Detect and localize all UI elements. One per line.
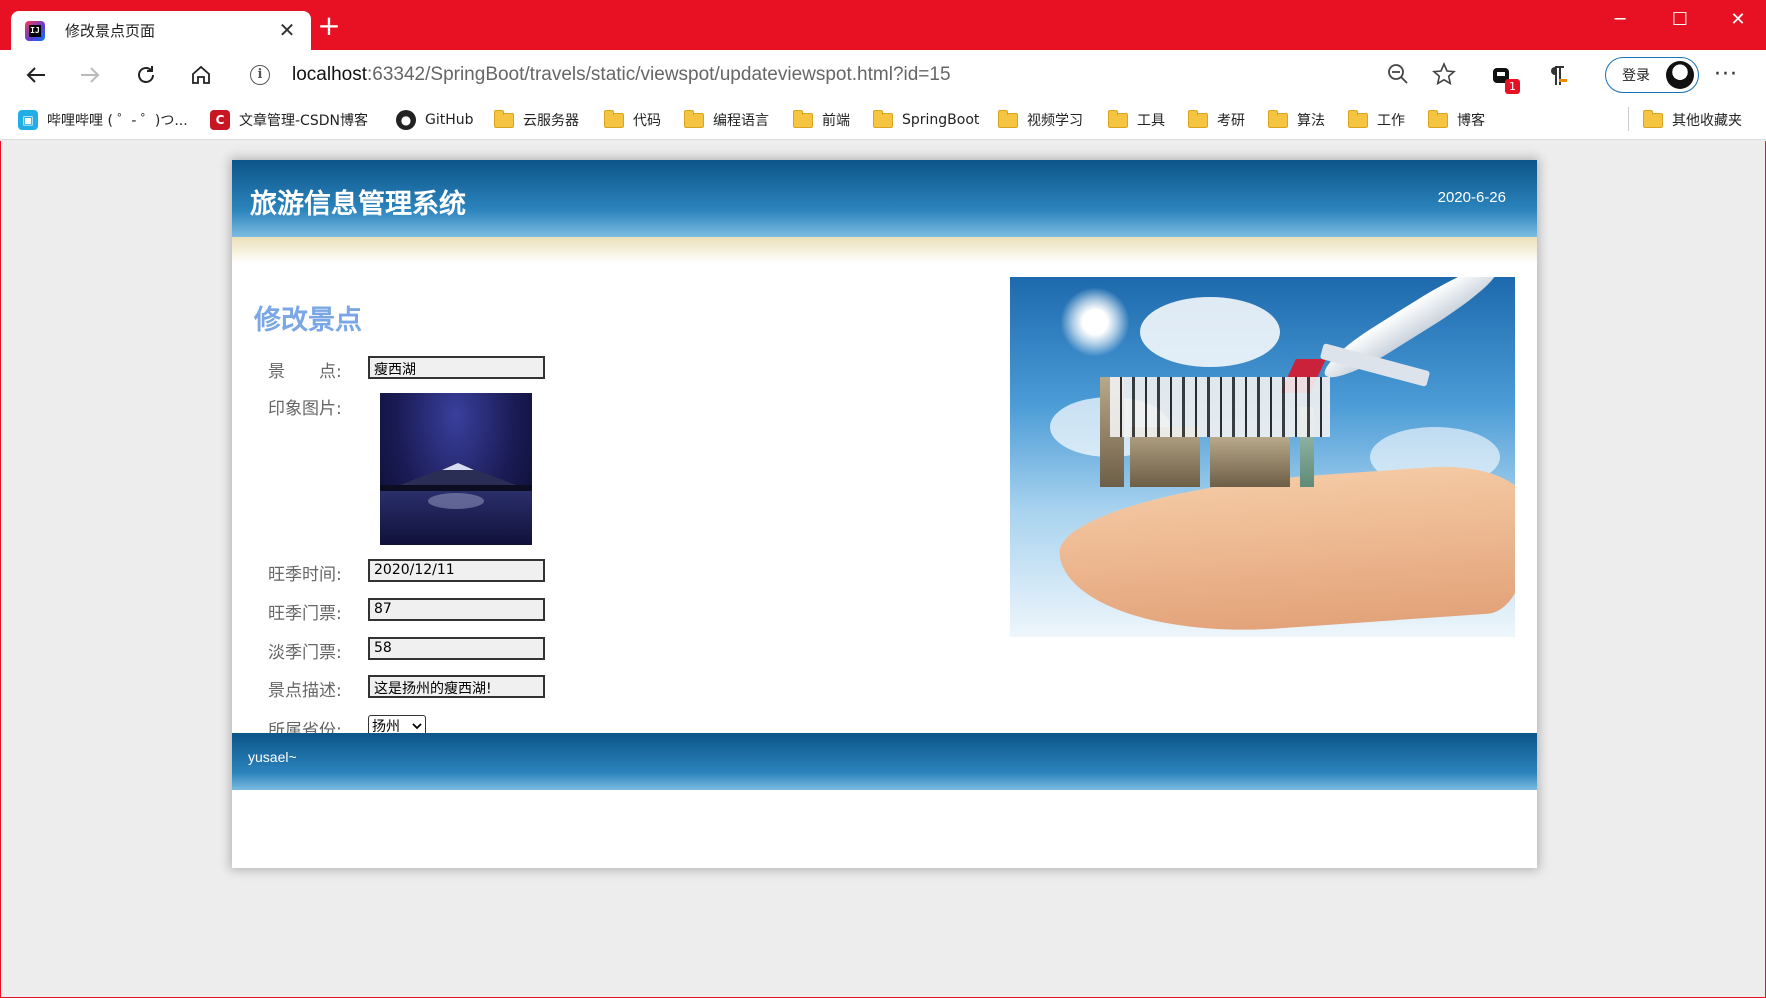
folder-icon xyxy=(604,109,624,128)
chevron-down-icon xyxy=(412,723,422,730)
bookmark-divider xyxy=(1628,107,1629,131)
bookmark-csdn[interactable]: C 文章管理-CSDN博客 xyxy=(210,107,368,133)
travel-banner-image xyxy=(1010,277,1515,637)
other-bookmarks-folder[interactable]: 其他收藏夹 xyxy=(1643,107,1742,133)
building-shape xyxy=(1210,437,1290,487)
folder-icon xyxy=(1428,109,1448,128)
spot-image-thumbnail xyxy=(380,393,532,545)
login-button[interactable]: 登录 xyxy=(1605,57,1699,93)
folder-icon xyxy=(793,109,813,128)
off-ticket-label: 淡季门票: xyxy=(268,643,342,663)
spot-name-input[interactable]: 瘦西湖 xyxy=(368,356,545,379)
tourists-shape xyxy=(1110,377,1330,437)
site-header: 旅游信息管理系统 2020-6-26 xyxy=(232,160,1537,237)
peak-time-label: 旺季时间: xyxy=(268,565,342,585)
bookmark-folder[interactable]: 工作 xyxy=(1348,107,1405,133)
footer-text: yusael~ xyxy=(248,749,297,765)
bookmark-folder[interactable]: 前端 xyxy=(793,107,850,133)
header-date: 2020-6-26 xyxy=(1437,189,1506,206)
address-bar[interactable]: i localhost:63342/SpringBoot/travels/sta… xyxy=(236,55,1466,95)
intellij-icon: IJ xyxy=(25,20,45,41)
reflection-shape xyxy=(428,493,484,509)
browser-tab[interactable]: IJ 修改景点页面 ✕ xyxy=(11,11,311,50)
tab-title: 修改景点页面 xyxy=(65,22,156,40)
page-viewport: 旅游信息管理系统 2020-6-26 修改景点 景 点: 瘦西湖 印象图片: 旺… xyxy=(0,141,1766,998)
favorite-star-icon[interactable] xyxy=(1432,61,1456,90)
close-window-icon[interactable]: ✕ xyxy=(1718,8,1758,32)
bilibili-icon: ▣ xyxy=(18,110,38,130)
csdn-icon: C xyxy=(210,110,230,130)
peak-ticket-input[interactable]: 87 xyxy=(368,598,545,621)
refresh-icon[interactable] xyxy=(130,59,162,91)
image-label: 印象图片: xyxy=(268,399,342,419)
bookmark-folder[interactable]: 博客 xyxy=(1428,107,1485,133)
folder-icon xyxy=(998,109,1018,128)
page-container: 旅游信息管理系统 2020-6-26 修改景点 景 点: 瘦西湖 印象图片: 旺… xyxy=(232,160,1537,868)
pilcrow-extension-icon[interactable] xyxy=(1543,62,1571,90)
bookmark-bilibili[interactable]: ▣ 哔哩哔哩 ( ゜- ゜)つ... xyxy=(18,107,188,133)
off-ticket-input[interactable]: 58 xyxy=(368,637,545,660)
bookmark-folder[interactable]: SpringBoot xyxy=(873,107,979,133)
bookmark-folder[interactable]: 工具 xyxy=(1108,107,1165,133)
minimize-icon[interactable]: ─ xyxy=(1600,8,1640,32)
folder-icon xyxy=(1188,109,1208,128)
folder-icon xyxy=(1108,109,1128,128)
zoom-out-icon[interactable] xyxy=(1386,62,1410,90)
bookmark-folder[interactable]: 代码 xyxy=(604,107,661,133)
avatar xyxy=(1666,61,1694,89)
site-title: 旅游信息管理系统 xyxy=(250,189,466,220)
form-heading: 修改景点 xyxy=(254,305,362,336)
bookmark-folder[interactable]: 视频学习 xyxy=(998,107,1083,133)
description-input[interactable]: 这是扬州的瘦西湖! xyxy=(368,675,545,698)
snow-cap-shape xyxy=(442,463,474,470)
github-icon: ● xyxy=(396,110,416,130)
bookmark-folder[interactable]: 考研 xyxy=(1188,107,1245,133)
new-tab-icon[interactable]: + xyxy=(316,12,342,40)
browser-toolbar: i localhost:63342/SpringBoot/travels/sta… xyxy=(0,50,1766,100)
extension-icon[interactable]: 1 xyxy=(1488,62,1520,94)
bookmarks-bar: ▣ 哔哩哔哩 ( ゜- ゜)つ... C 文章管理-CSDN博客 ● GitHu… xyxy=(0,100,1766,140)
peak-ticket-label: 旺季门票: xyxy=(268,604,342,624)
header-band xyxy=(232,237,1537,263)
folder-icon xyxy=(1348,109,1368,128)
folder-icon xyxy=(684,109,704,128)
forward-arrow-icon[interactable] xyxy=(74,59,106,91)
url-text[interactable]: localhost:63342/SpringBoot/travels/stati… xyxy=(292,64,951,86)
hand-shape xyxy=(1055,460,1515,637)
bookmark-folder[interactable]: 编程语言 xyxy=(684,107,769,133)
maximize-icon[interactable]: ☐ xyxy=(1660,8,1700,32)
home-icon[interactable] xyxy=(185,59,217,91)
description-label: 景点描述: xyxy=(268,681,342,701)
more-menu-icon[interactable]: ··· xyxy=(1714,62,1738,87)
back-arrow-icon[interactable] xyxy=(20,59,52,91)
site-footer: yusael~ xyxy=(232,733,1537,790)
close-tab-icon[interactable]: ✕ xyxy=(277,20,297,40)
sun-shape xyxy=(1060,287,1130,357)
cloud-shape xyxy=(1140,297,1280,367)
folder-icon xyxy=(1268,109,1288,128)
bookmark-github[interactable]: ● GitHub xyxy=(396,107,474,133)
peak-time-input[interactable]: 2020/12/11 xyxy=(368,559,545,582)
browser-title-bar: IJ 修改景点页面 ✕ + ─ ☐ ✕ xyxy=(0,0,1766,50)
bookmark-folder[interactable]: 算法 xyxy=(1268,107,1325,133)
spot-name-label: 景 点: xyxy=(268,362,342,382)
folder-icon xyxy=(1643,109,1663,128)
folder-icon xyxy=(494,109,514,128)
bookmark-folder[interactable]: 云服务器 xyxy=(494,107,579,133)
folder-icon xyxy=(873,109,893,128)
site-info-icon[interactable]: i xyxy=(250,65,270,85)
